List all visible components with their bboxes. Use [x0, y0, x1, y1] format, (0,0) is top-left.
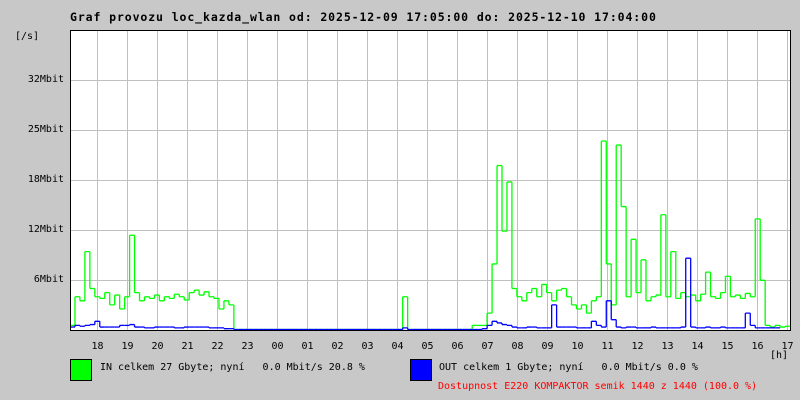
x-tick-label: 04 — [391, 341, 404, 352]
legend-out-text: OUT celkem 1 Gbyte; nyní 0.0 Mbit/s 0.0 … — [439, 362, 698, 373]
x-tick-label: 18 — [91, 341, 104, 352]
traffic-chart — [70, 30, 791, 331]
x-tick-label: 14 — [691, 341, 704, 352]
x-tick-label: 01 — [301, 341, 314, 352]
x-tick-label: 15 — [721, 341, 734, 352]
x-tick-label: 09 — [541, 341, 554, 352]
x-tick-label: 17 — [781, 341, 794, 352]
x-tick-label: 07 — [481, 341, 494, 352]
y-tick-label: 32Mbit — [27, 73, 64, 85]
x-tick-label: 10 — [571, 341, 584, 352]
legend-in-swatch — [70, 359, 92, 381]
y-tick-label: 12Mbit — [27, 223, 64, 235]
legend-out-swatch — [410, 359, 432, 381]
x-tick-label: 08 — [511, 341, 524, 352]
x-tick-label: 02 — [331, 341, 344, 352]
y-tick-label: 6Mbit — [33, 273, 64, 285]
x-tick-label: 20 — [151, 341, 164, 352]
x-tick-label: 05 — [421, 341, 434, 352]
x-tick-label: 16 — [751, 341, 764, 352]
availability-text: Dostupnost E220 KOMPAKTOR semik 1440 z 1… — [438, 381, 758, 392]
x-tick-label: 06 — [451, 341, 464, 352]
y-tick-label: 18Mbit — [27, 173, 64, 185]
legend-in-text: IN celkem 27 Gbyte; nyní 0.0 Mbit/s 20.8… — [100, 362, 365, 373]
x-tick-label: 11 — [601, 341, 614, 352]
x-tick-label: 00 — [271, 341, 284, 352]
x-tick-label: 03 — [361, 341, 374, 352]
x-tick-label: 12 — [631, 341, 644, 352]
x-tick-label: 23 — [241, 341, 254, 352]
x-tick-label: 21 — [181, 341, 194, 352]
y-tick-label: 25Mbit — [27, 123, 64, 135]
x-tick-label: 22 — [211, 341, 224, 352]
x-tick-label: 13 — [661, 341, 674, 352]
x-tick-label: 19 — [121, 341, 134, 352]
